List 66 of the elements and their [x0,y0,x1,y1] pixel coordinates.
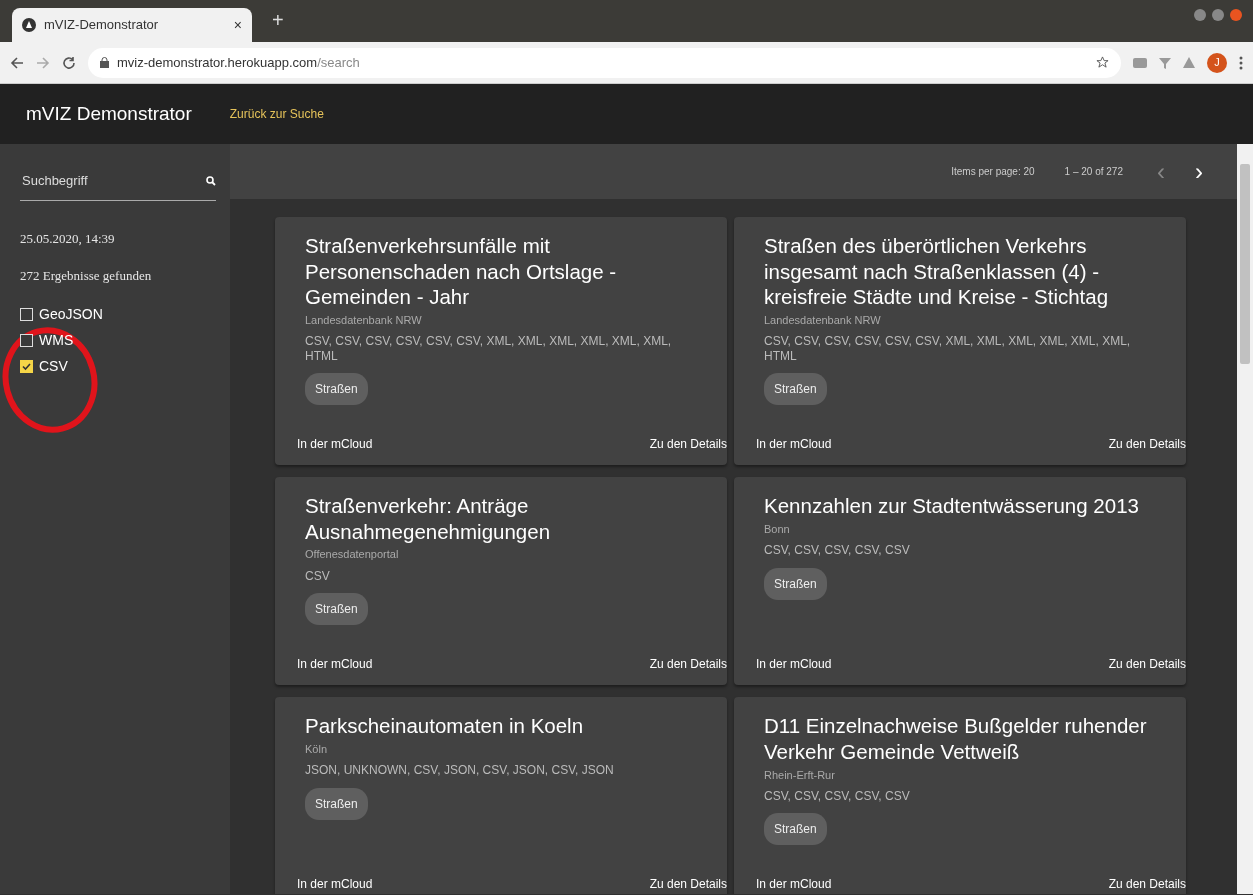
filter-checkbox[interactable] [20,307,33,321]
card-title: Parkscheinautomaten in Koeln [305,713,585,739]
menu-icon[interactable] [1239,55,1243,70]
browser-tab[interactable]: mVIZ-Demonstrator × [12,8,252,42]
mcloud-link[interactable]: In der mCloud [297,435,373,454]
lock-icon [100,57,109,68]
card-formats: CSV, CSV, CSV, CSV, CSV, CSV, XML, XML, XML, XML, XML, XML, HTML [764,334,1132,364]
new-tab-button[interactable]: + [266,4,290,36]
tag-chip[interactable]: Straßen [764,373,827,406]
window-controls-icon[interactable] [1193,8,1245,22]
page-range-text: 1 – 20 of 272 [1064,165,1123,179]
mcloud-link[interactable]: In der mCloud [297,875,373,894]
app-icon [22,18,36,32]
mcloud-link[interactable]: In der mCloud [756,435,832,454]
back-to-search-link[interactable]: Zurück zur Suche [229,105,324,123]
mcloud-link[interactable]: In der mCloud [756,655,832,674]
tag-chip[interactable]: Straßen [305,787,368,820]
avatar[interactable]: J [1207,52,1227,73]
mcloud-link[interactable]: In der mCloud [756,875,832,894]
next-page-button[interactable]: › [1191,159,1207,184]
card-source: Landesdatenbank NRW [305,312,423,328]
close-icon[interactable]: × [233,14,242,36]
tag-chip[interactable]: Straßen [764,813,827,846]
reload-icon[interactable] [62,55,76,70]
card-formats: JSON, UNKNOWN, CSV, JSON, CSV, JSON, CSV, JSON [305,763,615,778]
details-link[interactable]: Zu den Details [649,655,727,674]
card-source: Rhein-Erft-Rur [764,767,836,783]
card-formats: CSV, CSV, CSV, CSV, CSV [764,543,911,558]
tab-title: mVIZ-Demonstrator [44,16,160,35]
card-source: Landesdatenbank NRW [764,312,882,328]
back-icon[interactable] [10,55,24,70]
filter-label: CSV [39,356,68,376]
card-title: Straßenverkehr: Anträge Ausnahmegenehmigungen [305,493,552,545]
tag-chip[interactable]: Straßen [305,373,368,406]
card-title: Straßen des überörtlichen Verkehrs insgesamt nach Straßenklassen (4) - kreisfreie Städte und Kreise - Stichtag [764,233,1110,310]
address-bar[interactable]: mviz-demonstrator.herokuapp.com/search [88,47,1121,78]
details-link[interactable]: Zu den Details [1108,875,1186,894]
filter-label: WMS [39,330,74,350]
items-per-page-label: Items per page: 20 [951,165,1035,179]
details-link[interactable]: Zu den Details [649,875,727,894]
details-link[interactable]: Zu den Details [1108,655,1186,674]
card-formats: CSV, CSV, CSV, CSV, CSV [764,789,911,804]
details-link[interactable]: Zu den Details [649,435,727,454]
card-title: Straßenverkehrsunfälle mit Personenschaden nach Ortslage - Gemeinden - Jahr [305,233,618,310]
card-source: Köln [305,741,329,757]
app-title: mVIZ Demonstrator [26,101,192,126]
search-icon [206,175,216,186]
star-icon[interactable] [1096,56,1109,69]
tag-chip[interactable]: Straßen [305,593,368,626]
filter-checkbox[interactable] [20,333,33,347]
mcloud-link[interactable]: In der mCloud [297,655,373,674]
scrollbar[interactable] [1237,144,1253,894]
search-field[interactable]: Suchbegriff [20,170,206,192]
tag-chip[interactable]: Straßen [764,567,827,600]
url-text: mviz-demonstrator.herokuapp.com/search [117,53,360,72]
result-count: 272 Ergebnisse gefunden [20,267,153,285]
card-source: Bonn [764,521,791,537]
filter-checkbox[interactable] [20,359,33,373]
card-formats: CSV, CSV, CSV, CSV, CSV, CSV, XML, XML, XML, XML, XML, XML, HTML [305,334,673,364]
filter-label: GeoJSON [39,304,103,324]
card-source: Offenesdatenportal [305,547,400,563]
card-formats: CSV [305,568,331,584]
timestamp-text: 25.05.2020, 14:39 [20,229,116,248]
card-title: Kennzahlen zur Stadtentwässerung 2013 [764,493,1140,519]
card-title: D11 Einzelnachweise Bußgelder ruhender Verkehr Gemeinde Vettweiß [764,713,1148,765]
details-link[interactable]: Zu den Details [1108,435,1186,454]
